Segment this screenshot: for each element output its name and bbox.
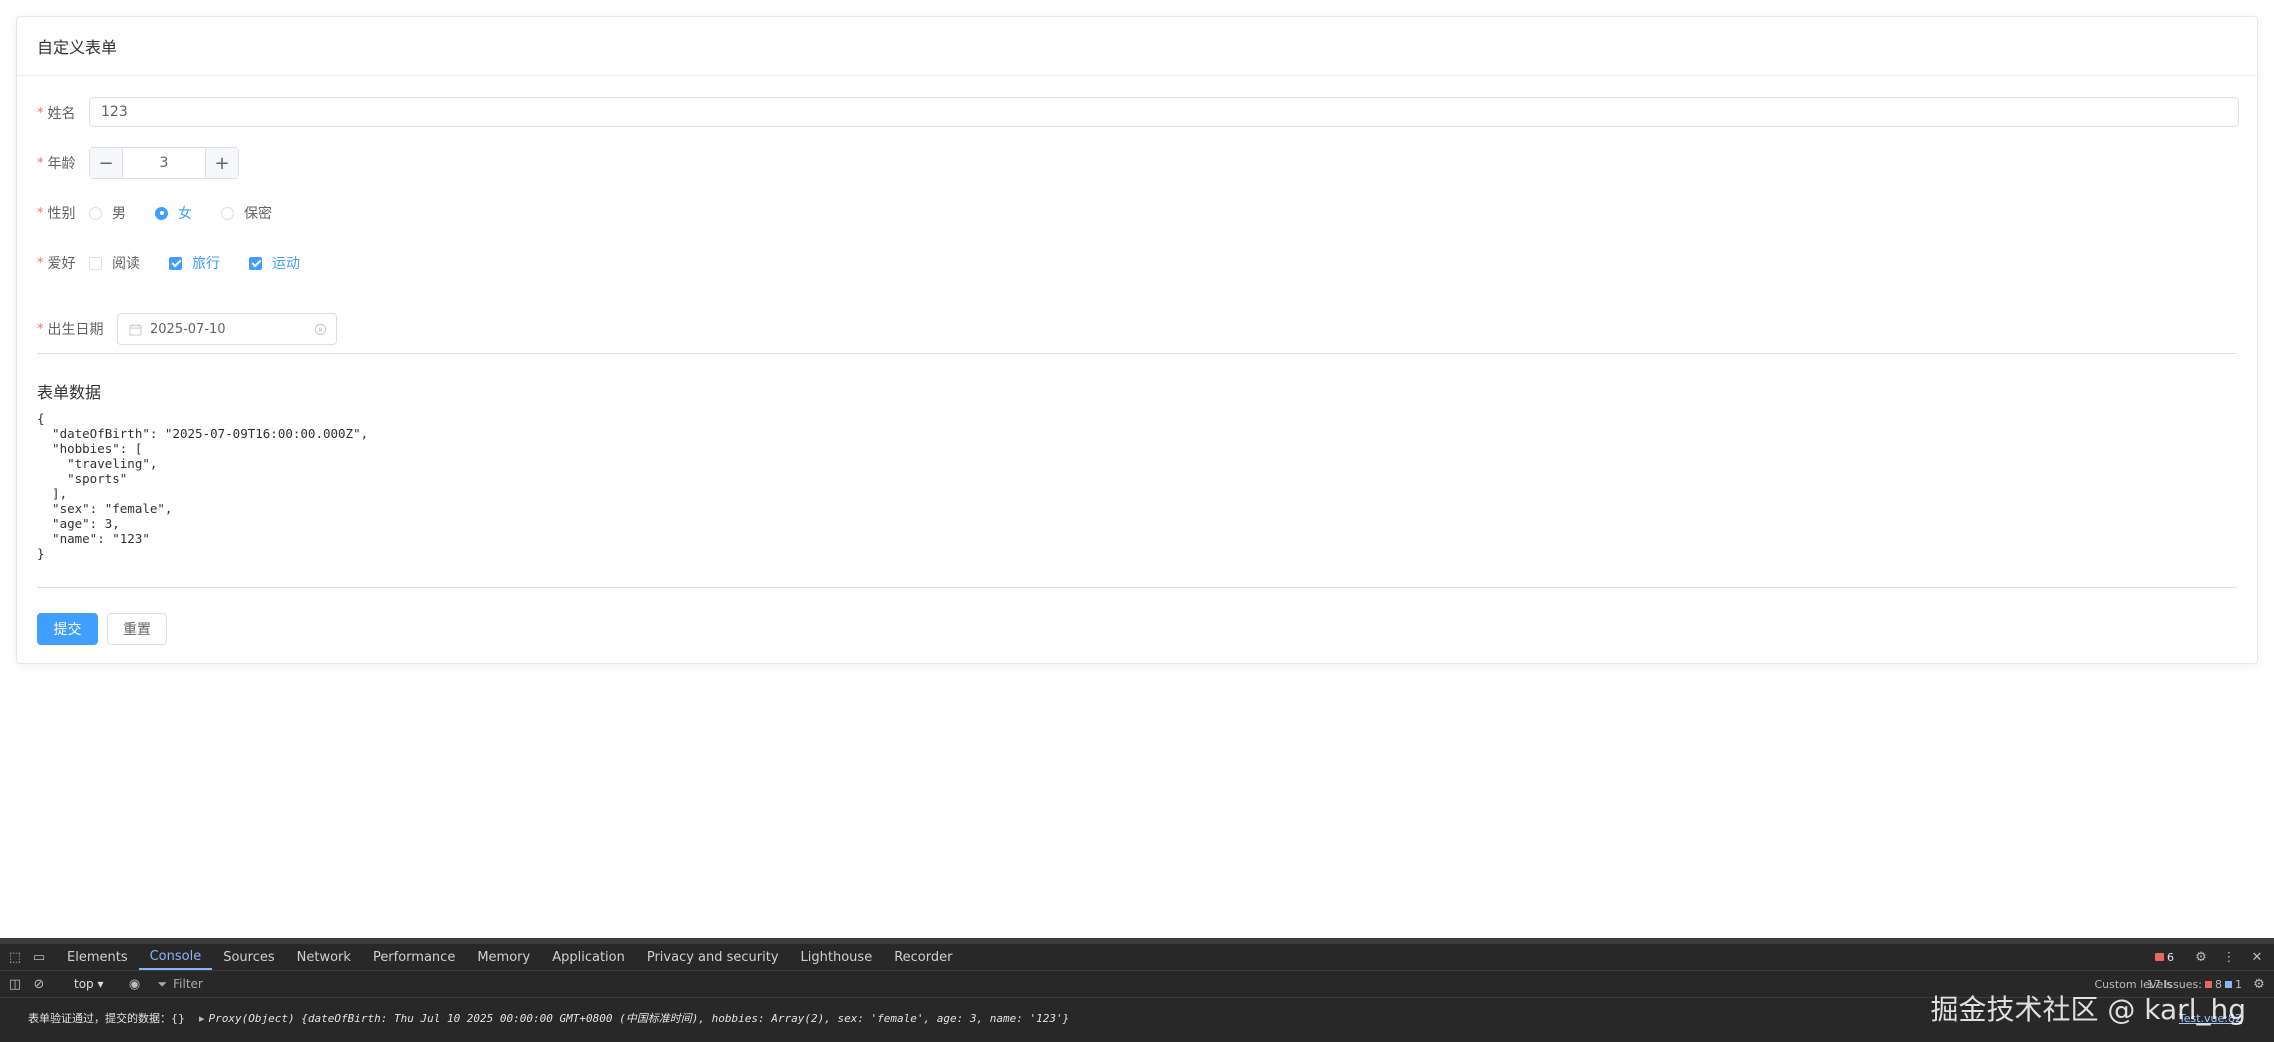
form-data-title: 表单数据	[37, 383, 102, 402]
required-asterisk: *	[37, 205, 44, 221]
devtools-panel: ⬚ ▭ Elements Console Sources Network Per…	[0, 938, 2274, 1042]
hobbies-label: 爱好	[47, 256, 76, 272]
log-object[interactable]: Proxy(Object) {dateOfBirth: Thu Jul 10 2…	[209, 1010, 1070, 1026]
name-input[interactable]: 123	[89, 97, 2239, 127]
minus-icon: −	[98, 152, 114, 174]
live-expression-eye-icon[interactable]: ◉	[126, 975, 144, 993]
decrease-button[interactable]: −	[90, 148, 123, 178]
sex-form-item: * 性别	[37, 203, 76, 223]
name-input-value: 123	[101, 104, 128, 120]
required-asterisk: *	[37, 155, 44, 171]
inspect-element-icon[interactable]: ⬚	[6, 948, 24, 966]
age-form-item: * 年龄	[37, 153, 76, 173]
more-options-icon[interactable]: ⋮	[2220, 948, 2238, 966]
tab-privacy-security[interactable]: Privacy and security	[636, 944, 790, 970]
sex-label: 性别	[47, 206, 76, 222]
devtools-tab-bar: ⬚ ▭ Elements Console Sources Network Per…	[0, 944, 2274, 971]
filter-icon: ⏷	[157, 976, 168, 991]
plus-icon: +	[214, 152, 230, 174]
required-asterisk: *	[37, 321, 44, 337]
close-icon[interactable]: ✕	[2248, 948, 2266, 966]
tab-sources[interactable]: Sources	[212, 944, 285, 970]
reset-button[interactable]: 重置	[107, 613, 167, 645]
checkbox-label: 阅读	[112, 256, 140, 272]
console-settings-icon[interactable]: ⚙	[2250, 975, 2268, 993]
radio-label: 保密	[244, 206, 272, 222]
log-message: 表单验证通过，提交的数据：{}	[28, 1012, 185, 1025]
radio-label: 男	[112, 206, 126, 222]
birth-date-value: 2025-07-10	[150, 321, 226, 337]
expand-arrow-icon[interactable]: ▸	[199, 1012, 205, 1025]
chevron-down-icon: ▾	[97, 977, 104, 991]
clear-icon[interactable]	[314, 323, 327, 336]
age-label: 年龄	[47, 156, 76, 172]
submit-button[interactable]: 提交	[37, 613, 98, 645]
form-data-json: { "dateOfBirth": "2025-07-09T16:00:00.00…	[37, 411, 369, 561]
tab-memory[interactable]: Memory	[466, 944, 541, 970]
tab-lighthouse[interactable]: Lighthouse	[790, 944, 884, 970]
error-count: 6	[2167, 950, 2174, 964]
tab-application[interactable]: Application	[541, 944, 636, 970]
tab-performance[interactable]: Performance	[362, 944, 466, 970]
issues-error-icon	[2205, 980, 2212, 988]
radio-label: 女	[178, 206, 192, 222]
divider	[37, 353, 2237, 354]
watermark: 掘金技术社区 @ karl_hg	[1930, 993, 2247, 1026]
tab-console[interactable]: Console	[138, 944, 213, 970]
card-title: 自定义表单	[37, 38, 118, 57]
checkbox-label: 旅行	[192, 256, 220, 272]
filter-input[interactable]: ⏷ Filter	[158, 977, 203, 992]
age-stepper[interactable]: − 3 +	[89, 147, 239, 179]
radio-male[interactable]: 男	[89, 203, 126, 223]
divider	[37, 587, 2237, 588]
card-header: 自定义表单	[17, 17, 2257, 76]
radio-female[interactable]: 女	[155, 203, 192, 223]
context-selector[interactable]: top ▾	[74, 977, 104, 991]
clear-console-icon[interactable]: ⊘	[30, 975, 48, 993]
form-card: 自定义表单 * 姓名 123 * 年龄 − 3 + * 性别 男 女 保密 * …	[16, 16, 2258, 664]
settings-gear-icon[interactable]: ⚙	[2192, 948, 2210, 966]
birth-date-picker[interactable]: 2025-07-10	[117, 313, 337, 345]
calendar-icon	[129, 323, 142, 336]
increase-button[interactable]: +	[205, 148, 238, 178]
checkbox-sports[interactable]: 运动	[249, 253, 300, 273]
tab-recorder[interactable]: Recorder	[883, 944, 963, 970]
radio-circle-icon	[89, 206, 102, 220]
checkbox-icon	[89, 256, 102, 270]
checkbox-checked-icon	[249, 256, 262, 270]
checkbox-reading[interactable]: 阅读	[89, 253, 140, 273]
error-badge-icon	[2155, 953, 2164, 961]
radio-circle-icon	[221, 206, 234, 220]
tab-elements[interactable]: Elements	[56, 944, 139, 970]
radio-checked-icon	[155, 206, 168, 220]
checkbox-label: 运动	[272, 256, 300, 272]
error-counter[interactable]: 6	[2155, 951, 2174, 964]
required-asterisk: *	[37, 255, 44, 271]
issues-info-icon	[2225, 980, 2232, 988]
radio-secret[interactable]: 保密	[221, 203, 272, 223]
name-form-item: * 姓名	[37, 103, 76, 123]
tab-network[interactable]: Network	[286, 944, 362, 970]
filter-placeholder: Filter	[173, 977, 203, 991]
checkbox-checked-icon	[169, 256, 182, 270]
sidebar-toggle-icon[interactable]: ◫	[6, 975, 24, 993]
name-label: 姓名	[47, 106, 76, 122]
context-label: top	[74, 977, 94, 991]
checkbox-travel[interactable]: 旅行	[169, 253, 220, 273]
birth-form-item: * 出生日期	[37, 319, 104, 339]
device-toolbar-icon[interactable]: ▭	[30, 948, 48, 966]
required-asterisk: *	[37, 105, 44, 121]
birth-label: 出生日期	[47, 322, 104, 338]
age-input[interactable]: 3	[123, 148, 205, 178]
hobbies-form-item: * 爱好	[37, 253, 76, 273]
